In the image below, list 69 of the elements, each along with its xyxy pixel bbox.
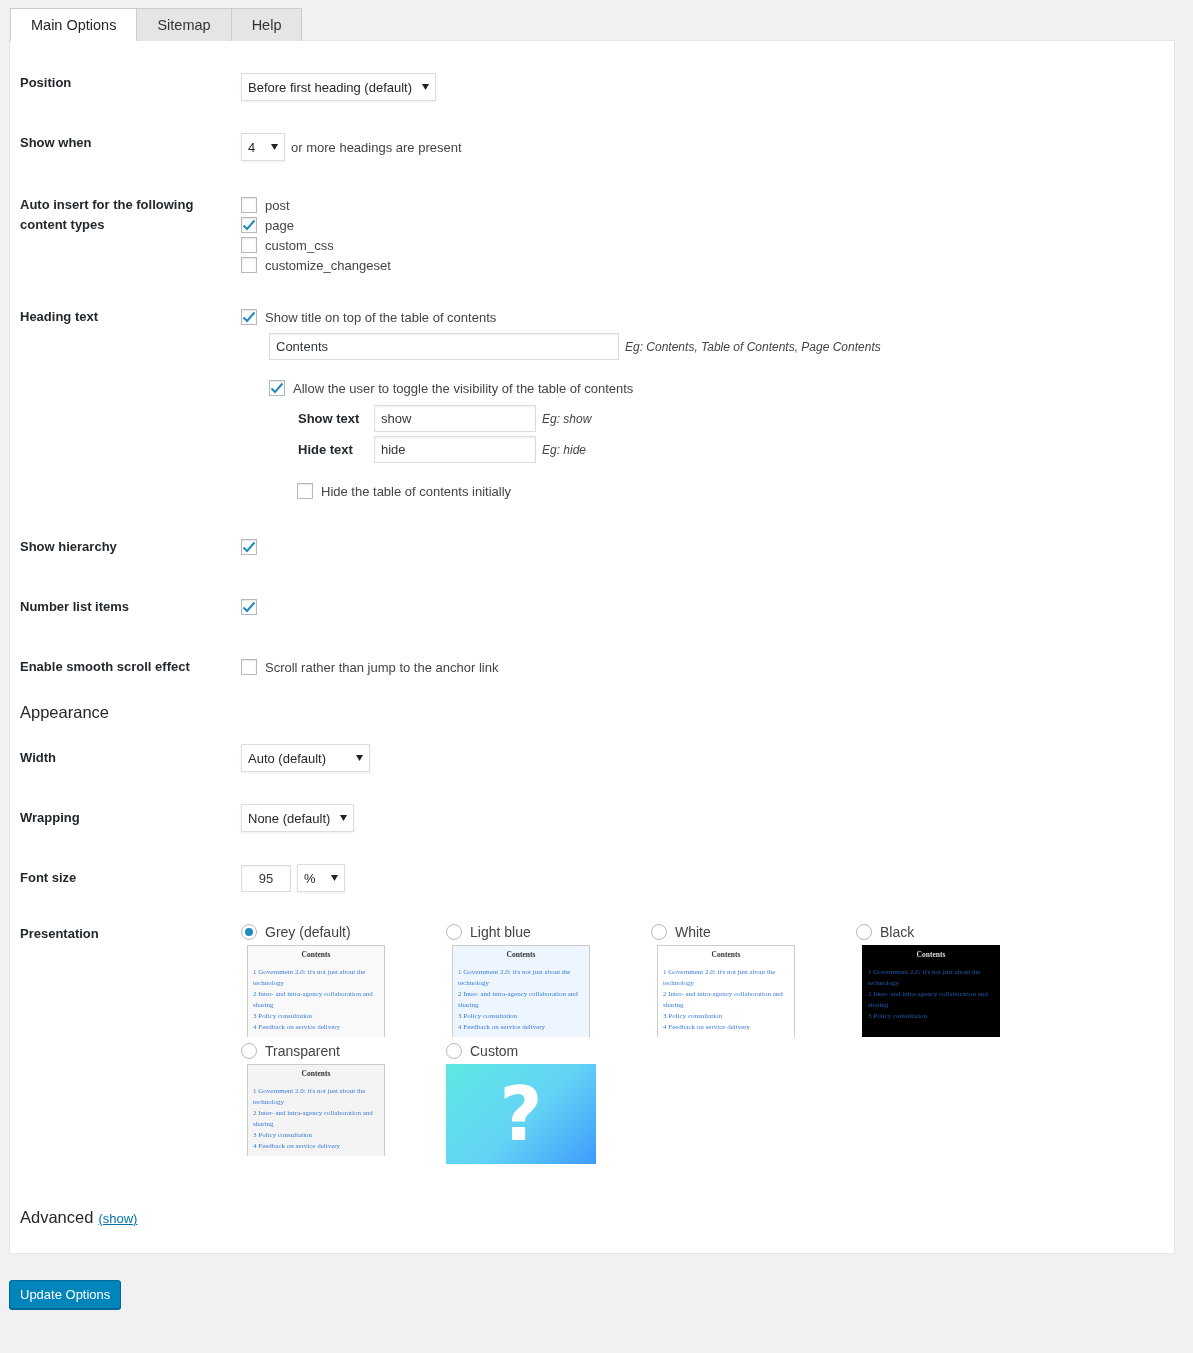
field-label: Show when [20, 134, 93, 152]
checkbox[interactable] [241, 197, 257, 213]
tab[interactable]: Sitemap [136, 8, 232, 41]
checkbox[interactable] [297, 483, 313, 499]
field-label: Heading text [20, 308, 99, 326]
checkbox[interactable] [241, 237, 257, 253]
checkbox[interactable] [241, 217, 257, 233]
checkbox[interactable] [241, 539, 257, 555]
radio-button[interactable] [241, 1043, 257, 1059]
field-label: Enable smooth scroll effect [20, 658, 191, 676]
caret-icon [356, 755, 363, 761]
option-text: custom_css [265, 237, 334, 253]
text-input-field[interactable]: hide [374, 436, 536, 463]
hint-text: Eg: hide [542, 442, 587, 457]
option-text: page [265, 217, 294, 233]
option-text: Custom [470, 1043, 519, 1059]
checkbox[interactable] [269, 380, 285, 396]
section-heading: Advanced [20, 1208, 94, 1227]
option-text: customize_changeset [265, 257, 391, 273]
option-text: Light blue [470, 924, 531, 940]
option-text: Allow the user to toggle the visibility of the table of contents [293, 380, 634, 396]
font-size-input-field[interactable]: 95 [241, 864, 291, 892]
field-label: Hide text [298, 442, 354, 457]
tab[interactable]: Main Options [10, 8, 138, 41]
field-label: Width [20, 749, 57, 767]
option-text: Show title on top of the table of contents [265, 309, 497, 325]
radio-button[interactable] [446, 924, 462, 940]
hint-text: Eg: Contents, Table of Contents, Page Contents [625, 339, 881, 354]
dropdown[interactable]: None (default) [241, 804, 355, 832]
field-label: Show text [298, 411, 361, 426]
checkbox[interactable] [241, 257, 257, 273]
field-label: Presentation [20, 925, 100, 943]
option-text: Black [880, 924, 915, 940]
title-input-field[interactable]: Contents [269, 333, 619, 360]
dropdown[interactable]: % [297, 864, 345, 892]
field-label: Position [20, 74, 73, 92]
text-input-field[interactable]: show [374, 405, 536, 432]
checkbox[interactable] [241, 659, 257, 675]
option-text: Grey (default) [265, 924, 351, 940]
field-label: Show hierarchy [20, 538, 118, 556]
update-options-button[interactable]: Update Options [9, 1280, 122, 1309]
hint-text: Eg: show [542, 411, 592, 426]
dropdown[interactable]: Before first heading (default) [241, 73, 437, 101]
radio-button[interactable] [446, 1043, 462, 1059]
field-label: Font size [20, 869, 78, 887]
section-heading: Appearance [20, 703, 110, 722]
show-link[interactable]: (show) [98, 1211, 138, 1226]
dropdown[interactable]: Auto (default) [241, 744, 370, 772]
option-text: post [265, 197, 290, 213]
option-text: Transparent [265, 1043, 340, 1059]
option-text: White [675, 924, 711, 940]
caret-icon [331, 875, 338, 881]
tab[interactable]: Help [230, 8, 303, 41]
option-text: Hide the table of contents initially [321, 483, 512, 499]
field-label: Number list items [20, 598, 131, 616]
caret-icon [340, 815, 348, 821]
option-text: Scroll rather than jump to the anchor link [265, 659, 499, 675]
caret-icon [422, 84, 430, 90]
field-label: Wrapping [20, 809, 81, 827]
field-label: Auto insert for the following content types [20, 196, 195, 234]
radio-button[interactable] [856, 924, 872, 940]
checkbox[interactable] [241, 599, 257, 615]
radio-button[interactable] [241, 924, 257, 940]
option-text: or more headings are present [291, 139, 462, 155]
checkbox[interactable] [241, 309, 257, 325]
caret-icon [271, 144, 278, 150]
dropdown[interactable]: 4 [241, 133, 285, 161]
radio-button[interactable] [651, 924, 667, 940]
question-mark: ? [499, 1071, 543, 1157]
